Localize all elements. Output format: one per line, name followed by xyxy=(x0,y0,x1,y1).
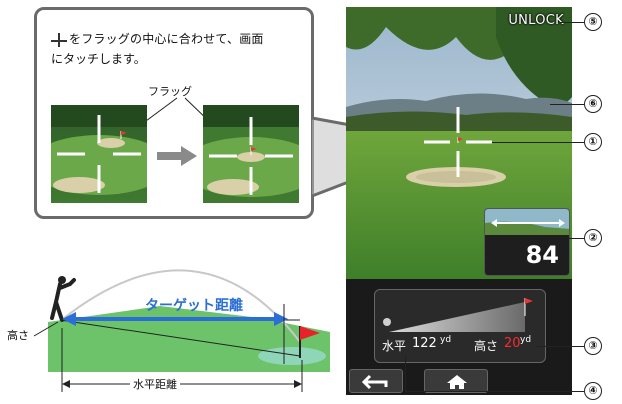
phone-screen: UNLOCK 84 水平 122 yd 高さ 20 yd xyxy=(346,7,572,395)
trajectory-mini-icon xyxy=(485,209,569,235)
leader-4-vertical xyxy=(405,355,406,391)
leader-5 xyxy=(560,22,584,23)
horizontal-value: 122 xyxy=(412,336,437,351)
leader-4 xyxy=(405,391,584,392)
leader-1 xyxy=(492,142,584,143)
horizontal-label: 水平 xyxy=(382,339,407,353)
height-label-phone: 高さ xyxy=(474,339,499,353)
back-arrow-icon xyxy=(361,374,388,390)
target-distance-label: ターゲット距離 xyxy=(145,298,243,314)
height-unit: yd xyxy=(520,335,532,345)
distance-display: 84 xyxy=(484,208,570,276)
leader-6 xyxy=(550,104,584,105)
marker-6: ⑥ xyxy=(584,95,602,113)
marker-3: ③ xyxy=(584,337,602,355)
horizontal-distance-label: 水平距離 xyxy=(130,376,180,392)
flag-icon xyxy=(525,298,533,304)
horizontal-unit: yd xyxy=(440,335,452,345)
marker-1: ① xyxy=(584,133,602,151)
distance-diagram: ターゲット距離 高さ 水平距離 xyxy=(0,232,340,404)
marker-2: ② xyxy=(584,229,602,247)
unlock-button[interactable]: UNLOCK xyxy=(508,13,564,28)
height-label: 高さ xyxy=(7,329,29,342)
marker-5: ⑤ xyxy=(584,13,602,31)
leader-2 xyxy=(566,238,584,239)
home-button[interactable] xyxy=(424,369,488,393)
marker-4: ④ xyxy=(584,382,602,400)
leader-3 xyxy=(536,346,584,347)
camera-view[interactable]: UNLOCK 84 xyxy=(346,7,572,279)
distance-value: 84 xyxy=(525,241,559,269)
back-button[interactable] xyxy=(349,369,403,393)
height-value: 20 xyxy=(504,336,521,351)
instruction-figure: をフラッグの中心に合わせて、画面 にタッチします。 フラッグ ターゲット距離 高… xyxy=(0,0,622,404)
